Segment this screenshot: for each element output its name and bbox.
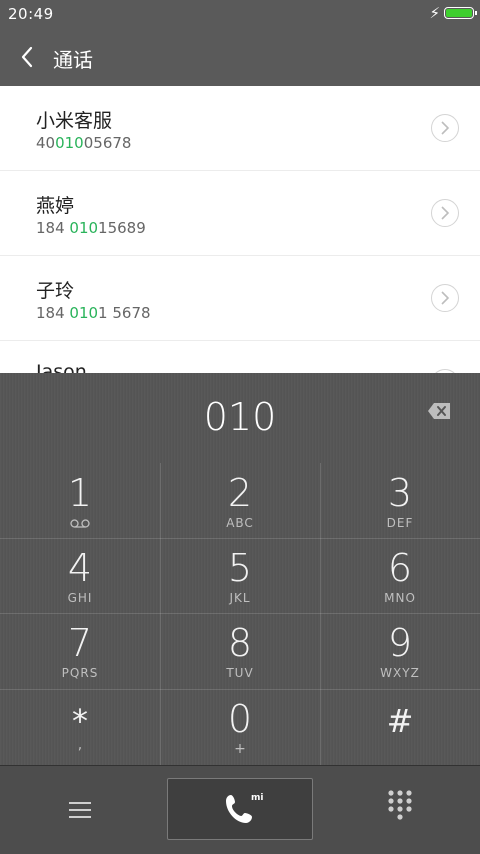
contact-name: 燕婷 [36,195,75,217]
phone-icon [226,795,252,823]
dialpad-icon [388,790,412,820]
contact-detail-button[interactable] [431,114,459,142]
keypad: 1 2 ABC 3 DEF 4 GHI 5 JKL 6 MNO 7 PQRS 8… [0,463,480,765]
contact-number: 4001005678 [36,134,132,152]
page-title: 通话 [53,48,93,72]
contact-row[interactable]: 燕婷 184 01015689 [0,171,480,256]
call-button[interactable]: mi [167,778,313,840]
chevron-right-icon [441,206,450,220]
app-header: 通话 [0,28,480,86]
contact-number: 184 0101 5678 [36,304,151,322]
contact-row[interactable]: 子玲 184 0101 5678 [0,256,480,341]
key-6[interactable]: 6 MNO [320,538,480,613]
status-time: 20:49 [8,5,54,23]
key-star[interactable]: * , [0,689,160,764]
bolt-icon: ⚡ [429,4,440,22]
contact-detail-button[interactable] [431,284,459,312]
key-0[interactable]: 0 + [160,689,320,764]
keypad-toggle-button[interactable] [387,789,413,821]
key-1[interactable]: 1 [0,463,160,538]
menu-button[interactable] [66,799,94,821]
battery-icon [444,7,477,19]
chevron-right-icon [441,291,450,305]
dial-display: 010 [0,373,480,463]
menu-icon [69,802,91,818]
key-2[interactable]: 2 ABC [160,463,320,538]
contact-row[interactable]: 小米客服 4001005678 [0,86,480,171]
back-button[interactable] [16,42,40,72]
key-8[interactable]: 8 TUV [160,613,320,688]
dialed-number: 010 [203,395,277,439]
contact-name: 小米客服 [36,110,113,132]
dialer-bottom-bar: mi [0,765,480,854]
chevron-left-icon [21,46,33,68]
key-hash[interactable]: # [320,689,480,764]
chevron-right-icon [441,121,450,135]
backspace-icon [428,403,450,419]
status-bar: 20:49 ⚡ [0,0,480,28]
contact-number: 184 01015689 [36,219,146,237]
dialer-panel: 010 1 2 ABC 3 DEF 4 GHI 5 JKL 6 MNO 7 PQ… [0,373,480,854]
key-3[interactable]: 3 DEF [320,463,480,538]
key-5[interactable]: 5 JKL [160,538,320,613]
contact-name: 子玲 [36,280,75,302]
key-9[interactable]: 9 WXYZ [320,613,480,688]
backspace-button[interactable] [428,403,450,419]
key-7[interactable]: 7 PQRS [0,613,160,688]
voicemail-icon [70,519,90,528]
key-4[interactable]: 4 GHI [0,538,160,613]
contact-detail-button[interactable] [431,199,459,227]
mi-badge: mi [251,793,264,803]
